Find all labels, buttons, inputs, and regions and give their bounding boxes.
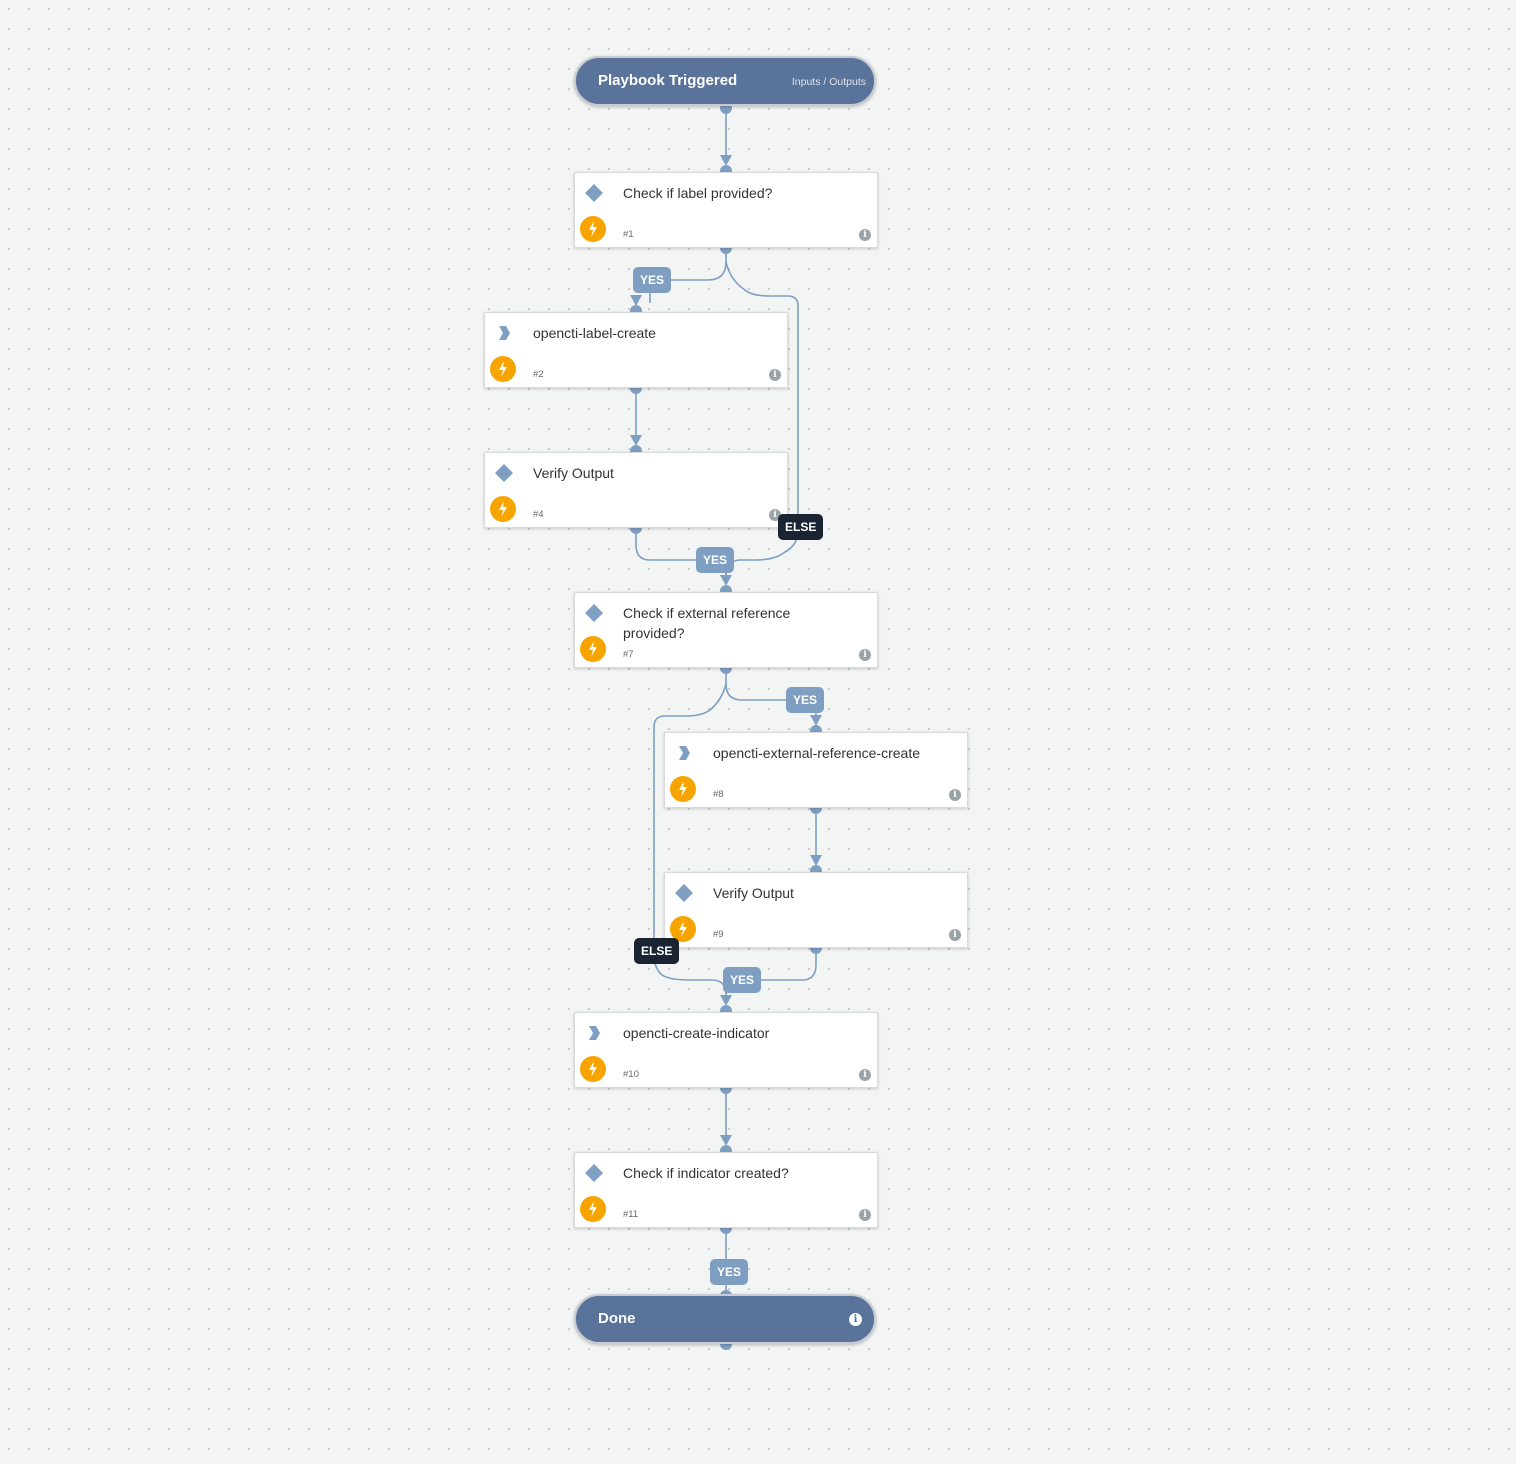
- yes-badge-1-to-2[interactable]: YES: [633, 267, 672, 293]
- condition-diamond-icon: [585, 1164, 603, 1182]
- task-name: opencti-label-create: [533, 325, 656, 341]
- lightning-bolt-icon: [580, 636, 606, 662]
- else-badge-7-to-10[interactable]: ELSE: [634, 938, 680, 964]
- arrowhead: [630, 295, 642, 306]
- start-node-playbook-triggered[interactable]: Playbook Triggered Inputs / Outputs: [574, 56, 876, 106]
- info-icon[interactable]: i: [859, 1069, 871, 1081]
- arrowhead: [810, 855, 822, 866]
- yes-badge-4-to-7[interactable]: YES: [696, 547, 735, 573]
- end-node-title: Done: [598, 1310, 636, 1327]
- task-number: #4: [533, 509, 544, 520]
- task-number: #11: [623, 1209, 639, 1220]
- condition-diamond-icon: [585, 184, 603, 202]
- task-number: #10: [623, 1069, 639, 1080]
- lightning-bolt-icon: [490, 356, 516, 382]
- task-node-10[interactable]: opencti-create-indicator #10 i: [574, 1012, 878, 1088]
- task-node-4[interactable]: Verify Output #4 i: [484, 452, 788, 528]
- info-icon[interactable]: i: [859, 649, 871, 661]
- command-chevron-icon: [589, 1026, 600, 1040]
- info-icon[interactable]: i: [859, 1209, 871, 1221]
- task-node-2[interactable]: opencti-label-create #2 i: [484, 312, 788, 388]
- task-node-7[interactable]: Check if external reference provided? #7…: [574, 592, 878, 668]
- yes-badge-11-to-done[interactable]: YES: [710, 1259, 749, 1285]
- condition-diamond-icon: [585, 604, 603, 622]
- lightning-bolt-icon: [490, 496, 516, 522]
- task-number: #7: [623, 649, 634, 660]
- lightning-bolt-icon: [580, 1196, 606, 1222]
- task-number: #9: [713, 929, 724, 940]
- task-name: Check if external reference provided?: [623, 605, 791, 641]
- info-icon[interactable]: i: [949, 789, 961, 801]
- task-node-9[interactable]: Verify Output #9 i: [664, 872, 968, 948]
- info-icon[interactable]: i: [849, 1313, 862, 1326]
- arrowhead: [630, 435, 642, 446]
- info-icon[interactable]: i: [949, 929, 961, 941]
- arrowhead: [720, 155, 732, 166]
- else-badge-1-to-7[interactable]: ELSE: [778, 514, 824, 540]
- task-node-11[interactable]: Check if indicator created? #11 i: [574, 1152, 878, 1228]
- task-node-8[interactable]: opencti-external-reference-create #8 i: [664, 732, 968, 808]
- condition-diamond-icon: [675, 884, 693, 902]
- start-node-title: Playbook Triggered: [598, 72, 738, 89]
- command-chevron-icon: [679, 746, 690, 760]
- yes-badge-7-to-8[interactable]: YES: [786, 687, 825, 713]
- info-icon[interactable]: i: [859, 229, 871, 241]
- lightning-bolt-icon: [580, 216, 606, 242]
- arrowhead: [720, 575, 732, 586]
- arrowhead: [720, 1135, 732, 1146]
- task-number: #1: [623, 229, 634, 240]
- task-name: Verify Output: [713, 885, 794, 901]
- lightning-bolt-icon: [670, 776, 696, 802]
- inputs-outputs-link[interactable]: Inputs / Outputs: [792, 76, 866, 88]
- task-name: opencti-external-reference-create: [713, 745, 920, 761]
- end-node-done[interactable]: Done i: [574, 1294, 876, 1344]
- task-number: #2: [533, 369, 544, 380]
- task-name: Check if label provided?: [623, 185, 773, 201]
- arrowhead: [720, 995, 732, 1006]
- arrowhead: [810, 715, 822, 726]
- task-node-1[interactable]: Check if label provided? #1 i: [574, 172, 878, 248]
- lightning-bolt-icon: [580, 1056, 606, 1082]
- task-number: #8: [713, 789, 724, 800]
- task-name: opencti-create-indicator: [623, 1025, 770, 1041]
- yes-badge-9-to-10[interactable]: YES: [723, 967, 762, 993]
- info-icon[interactable]: i: [769, 369, 781, 381]
- condition-diamond-icon: [495, 464, 513, 482]
- task-name: Check if indicator created?: [623, 1165, 789, 1181]
- task-name: Verify Output: [533, 465, 614, 481]
- command-chevron-icon: [499, 326, 510, 340]
